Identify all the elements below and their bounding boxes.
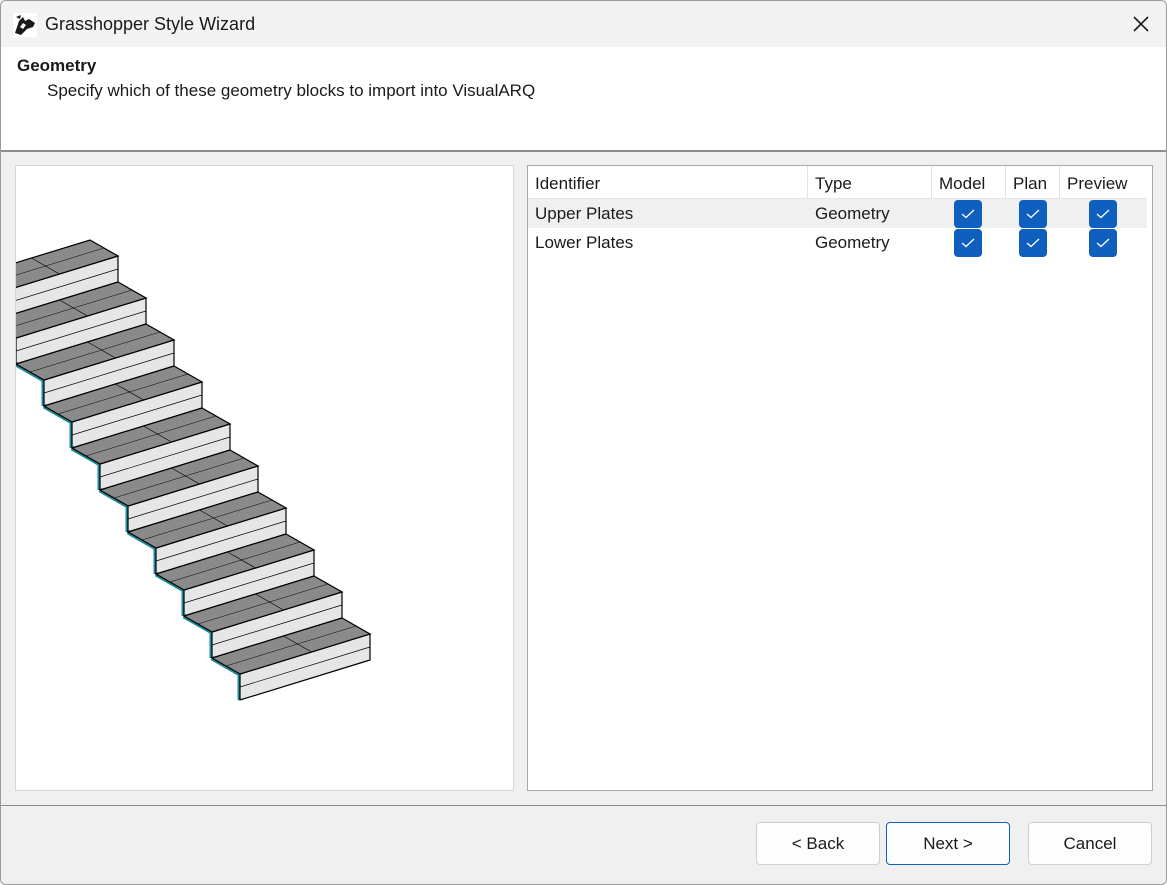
table-row[interactable]: Upper Plates Geometry	[528, 199, 1147, 228]
column-header-preview[interactable]: Preview	[1060, 166, 1147, 198]
wizard-header: Geometry Specify which of these geometry…	[1, 47, 1166, 150]
plan-checkbox[interactable]	[1019, 200, 1047, 228]
column-header-type[interactable]: Type	[808, 166, 932, 198]
page-title: Geometry	[17, 56, 97, 75]
column-header-identifier[interactable]: Identifier	[528, 166, 808, 198]
page-subtitle: Specify which of these geometry blocks t…	[47, 81, 536, 100]
geometry-preview-panel	[15, 165, 514, 791]
row-identifier: Upper Plates	[535, 204, 634, 223]
header-divider	[1, 150, 1166, 152]
grid-header: Identifier Type Model Plan Preview	[528, 166, 1147, 199]
preview-checkbox[interactable]	[1089, 229, 1117, 257]
wizard-footer: < Back Next > Cancel	[1, 806, 1166, 884]
check-icon	[961, 209, 975, 219]
preview-checkbox[interactable]	[1089, 200, 1117, 228]
column-header-plan[interactable]: Plan	[1006, 166, 1060, 198]
plan-checkbox[interactable]	[1019, 229, 1047, 257]
check-icon	[961, 238, 975, 248]
model-checkbox[interactable]	[954, 229, 982, 257]
row-type: Geometry	[815, 233, 890, 252]
close-button[interactable]	[1116, 1, 1166, 47]
title-bar: Grasshopper Style Wizard	[1, 1, 1166, 47]
check-icon	[1026, 238, 1040, 248]
row-type: Geometry	[815, 204, 890, 223]
check-icon	[1026, 209, 1040, 219]
table-row[interactable]: Lower Plates Geometry	[528, 228, 1147, 257]
row-identifier: Lower Plates	[535, 233, 634, 252]
next-button[interactable]: Next >	[886, 822, 1010, 865]
column-header-model[interactable]: Model	[932, 166, 1006, 198]
cancel-button[interactable]: Cancel	[1028, 822, 1152, 865]
window-title: Grasshopper Style Wizard	[45, 14, 256, 34]
rhino-app-icon	[13, 13, 37, 37]
model-checkbox[interactable]	[954, 200, 982, 228]
stair-preview-image	[16, 239, 372, 701]
wizard-window: Grasshopper Style Wizard Geometry Specif…	[0, 0, 1167, 885]
check-icon	[1096, 238, 1110, 248]
geometry-grid[interactable]: Identifier Type Model Plan Preview Upper…	[527, 165, 1153, 791]
check-icon	[1096, 209, 1110, 219]
back-button[interactable]: < Back	[756, 822, 880, 865]
close-icon	[1133, 16, 1149, 32]
